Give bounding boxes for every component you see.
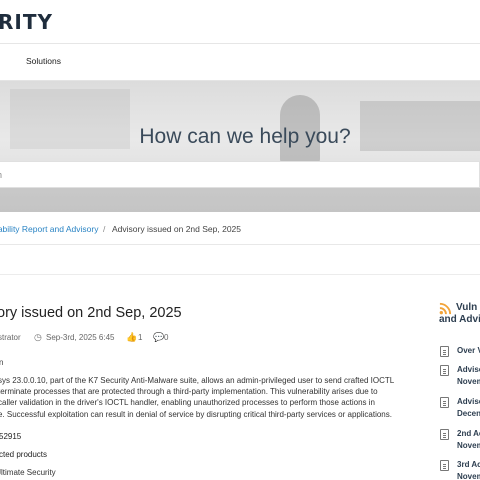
body-line: e. Successful exploitation can result in… — [0, 409, 392, 419]
sidebar-item-line: Adviso — [457, 397, 480, 406]
main-nav: s Solutions — [0, 44, 480, 81]
document-icon — [440, 429, 449, 440]
breadcrumb-separator: / — [103, 224, 106, 234]
like-count: 1 — [138, 333, 143, 342]
body-line: terminate processes that are protected t… — [0, 387, 378, 397]
sidebar-item-line: 3rd Ac — [457, 460, 480, 469]
sidebar-title-line: Vuln — [456, 302, 478, 313]
sidebar-title: Vuln and Advi — [439, 302, 480, 326]
field-label: n — [0, 358, 4, 367]
sidebar-item-line: Novem — [457, 472, 480, 480]
article-title: ory issued on 2nd Sep, 2025 — [0, 305, 182, 321]
related-articles-sidebar: Vuln and Advi Over V Adviso Novem Adviso… — [430, 296, 480, 480]
breadcrumb-parent-link[interactable]: rability Report and Advisory — [0, 224, 98, 234]
cve-id: 52915 — [0, 432, 22, 441]
breadcrumb: rability Report and Advisory / Advisory … — [0, 213, 480, 245]
hero-banner: How can we help you? h — [0, 81, 480, 212]
divider — [0, 274, 480, 275]
nav-item-solutions[interactable]: Solutions — [26, 56, 61, 66]
search-placeholder: h — [0, 170, 2, 180]
brand-logo[interactable]: RITY — [0, 10, 53, 34]
document-icon — [440, 397, 449, 408]
affected-product-item: Jltimate Security — [0, 468, 56, 477]
clock-icon: ◷ — [34, 332, 42, 342]
search-input[interactable]: h — [0, 161, 480, 188]
sidebar-item-link[interactable]: Adviso Novem — [457, 364, 480, 388]
top-header: RITY — [0, 0, 480, 44]
sidebar-title-line: and Advi — [439, 314, 480, 325]
document-icon — [440, 460, 449, 471]
sidebar-item-link[interactable]: 2nd Ac Novem — [457, 428, 480, 452]
comment-count: 0 — [164, 333, 169, 342]
sidebar-item-link[interactable]: 3rd Ac Novem — [457, 459, 480, 480]
comment-icon[interactable]: 💬 — [153, 332, 164, 343]
document-icon — [440, 346, 449, 357]
thumbs-up-icon[interactable]: 👍 — [126, 332, 137, 343]
article-body: sys 23.0.0.10, part of the K7 Security A… — [0, 375, 403, 420]
sidebar-item-link[interactable]: Over V — [457, 345, 480, 357]
sidebar-item-line: 2nd Ac — [457, 429, 480, 438]
sidebar-item-line: Over V — [457, 346, 480, 355]
sidebar-item-line: Novem — [457, 377, 480, 386]
sidebar-item-line: Novem — [457, 441, 480, 450]
sidebar-item-line: Decen — [457, 409, 480, 418]
body-line: sys 23.0.0.10, part of the K7 Security A… — [0, 376, 395, 385]
body-line: caller validation in the driver's IOCTL … — [0, 398, 375, 408]
hero-title: How can we help you? — [139, 125, 351, 148]
publish-date: Sep-3rd, 2025 6:45 — [46, 333, 115, 342]
author-name: strator — [0, 333, 21, 342]
breadcrumb-current: Advisory issued on 2nd Sep, 2025 — [112, 224, 242, 234]
sidebar-item-line: Adviso — [457, 365, 480, 374]
sidebar-item-link[interactable]: Adviso Decen — [457, 396, 480, 420]
document-icon — [440, 365, 449, 376]
affected-products-heading: cted products — [0, 450, 48, 459]
